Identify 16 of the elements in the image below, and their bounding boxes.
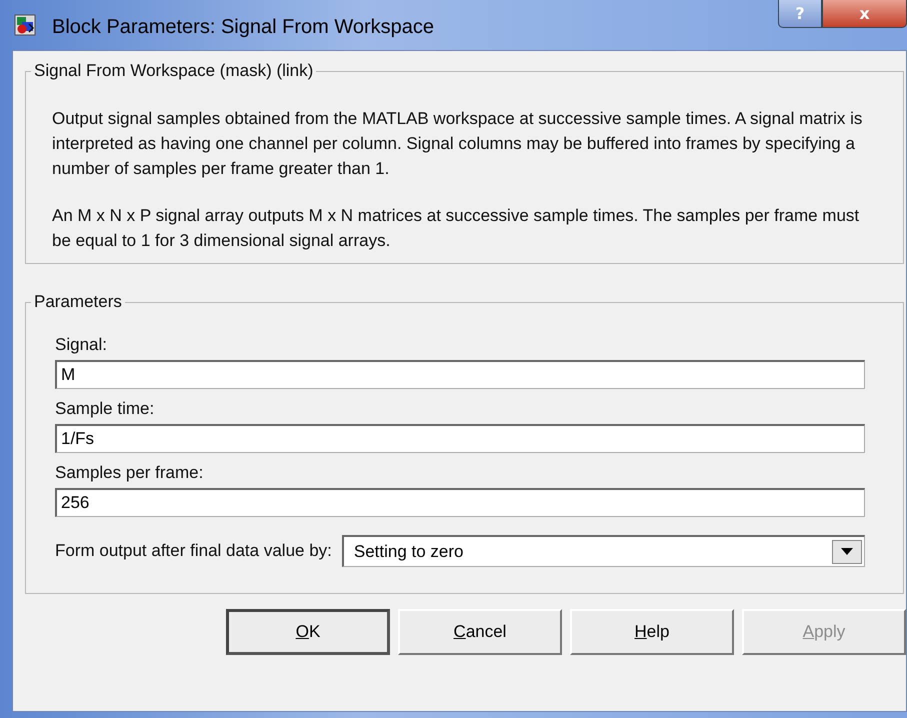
field-label: Sample time:	[55, 399, 156, 419]
dialog-button[interactable]: Help	[570, 609, 734, 655]
window-title: Block Parameters: Signal From Workspace	[52, 16, 434, 38]
description-text: Output signal samples obtained from the MATLAB workspace at successive sample times. A signal matrix is interpreted as having one channel per column. Signal columns may be buffered into frames by specifying a number of samples per frame greater than 1.	[52, 108, 864, 180]
field-label: Samples per frame:	[55, 463, 204, 483]
dialog-button[interactable]: OK	[226, 609, 390, 655]
input-field[interactable]: M	[55, 360, 865, 389]
input-field[interactable]: 1/Fs	[55, 424, 865, 453]
dropdown[interactable]: Setting to zero	[342, 535, 865, 567]
group-title: Signal From Workspace (mask) (link)	[31, 61, 316, 81]
block-icon	[14, 14, 36, 36]
dialog-button[interactable]: Cancel	[398, 609, 562, 655]
description-text: An M x N x P signal array outputs M x N matrices at successive sample times. The samples per frame must be equal to 1 for 3 dimensional signal arrays.	[52, 205, 860, 252]
input-field[interactable]: 256	[55, 488, 865, 517]
field-label: Signal:	[55, 335, 108, 355]
field-label: Form output after final data value by:	[55, 541, 332, 561]
